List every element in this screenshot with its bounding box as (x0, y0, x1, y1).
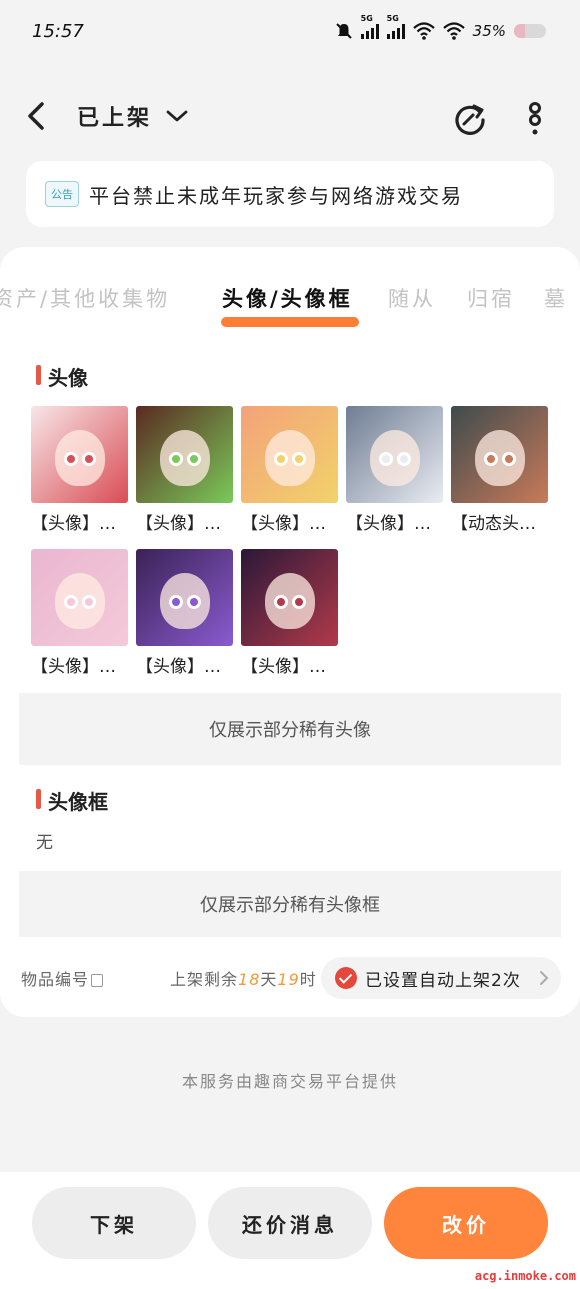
avatar-thumbnail[interactable] (451, 406, 548, 503)
tab-assets[interactable]: 资产/其他收集物 (0, 283, 170, 313)
refresh-icon[interactable] (450, 98, 490, 138)
remaining-prefix: 上架剩余 (170, 970, 239, 989)
remaining-days: 18 (238, 970, 261, 989)
battery-icon (514, 24, 546, 38)
back-arrow-icon[interactable] (22, 98, 52, 134)
service-provider-note: 本服务由趣商交易平台提供 (181, 1072, 398, 1091)
avatar-caption: 【头像】… (31, 657, 116, 677)
avatar-item[interactable]: 【头像】… (31, 549, 128, 677)
wifi-icon-2 (442, 22, 465, 40)
avatar-item[interactable]: 【头像】… (241, 406, 338, 534)
avatar-caption: 【动态头… (451, 514, 536, 534)
watermark: acg.inmoke.com (474, 1269, 576, 1283)
hours-unit: 时 (299, 970, 317, 989)
rare-frame-note: 仅展示部分稀有头像框 (19, 871, 561, 937)
avatar-thumbnail[interactable] (241, 549, 338, 646)
status-time: 15:57 (32, 20, 84, 42)
auto-relist-button[interactable]: 已设置自动上架2次 (321, 957, 561, 999)
avatar-thumbnail[interactable] (31, 406, 128, 503)
listing-meta-row: 物品编号 上架剩余18天19时 已设置自动上架2次 (0, 957, 580, 999)
avatar-item[interactable]: 【动态头… (451, 406, 548, 534)
rare-avatar-note: 仅展示部分稀有头像 (19, 693, 561, 765)
counter-offer-button[interactable]: 还价消息 (208, 1187, 372, 1259)
tab-followers[interactable]: 随从 (388, 283, 436, 313)
avatar-caption: 【头像】… (241, 514, 326, 534)
frame-section-title: 头像框 (36, 786, 108, 815)
network-type-label-2: 5G (386, 14, 399, 23)
active-tab-indicator (221, 317, 359, 327)
signal-icon: 5G (360, 14, 379, 39)
copy-icon[interactable] (91, 974, 104, 987)
notice-banner[interactable]: 公告 平台禁止未成年玩家参与网络游戏交易 (26, 161, 554, 227)
chevron-down-icon[interactable] (164, 104, 190, 128)
avatar-item[interactable]: 【头像】… (31, 406, 128, 534)
avatar-item[interactable]: 【头像】… (241, 549, 338, 677)
notice-tag: 公告 (45, 181, 79, 207)
delist-button[interactable]: 下架 (32, 1187, 196, 1259)
auto-relist-text: 已设置自动上架2次 (365, 970, 521, 991)
category-tabs: 资产/其他收集物 头像/头像框 随从 归宿 墓 (0, 275, 580, 337)
avatar-caption: 【头像】… (136, 514, 221, 534)
tab-home[interactable]: 归宿 (467, 283, 515, 313)
item-number-label: 物品编号 (21, 970, 90, 989)
status-icons: 5G 5G 35% (335, 14, 546, 40)
signal-icon-2: 5G (386, 14, 405, 39)
avatar-thumbnail[interactable] (136, 406, 233, 503)
tab-avatars[interactable]: 头像/头像框 (222, 283, 353, 313)
mute-bell-icon (335, 23, 352, 39)
avatar-item[interactable]: 【头像】… (136, 406, 233, 534)
change-price-button[interactable]: 改价 (384, 1187, 548, 1259)
wifi-icon (412, 22, 435, 40)
remaining-time: 上架剩余18天19时 (170, 966, 317, 990)
frame-empty-text: 无 (36, 833, 53, 853)
item-number[interactable]: 物品编号 (21, 966, 104, 990)
tab-more[interactable]: 墓 (544, 283, 568, 313)
avatar-item[interactable]: 【头像】… (136, 549, 233, 677)
notice-text: 平台禁止未成年玩家参与网络游戏交易 (89, 183, 463, 208)
avatar-caption: 【头像】… (136, 657, 221, 677)
avatar-item[interactable]: 【头像】… (346, 406, 443, 534)
check-circle-icon (335, 967, 357, 989)
more-vertical-icon[interactable] (520, 102, 550, 138)
avatar-thumbnail[interactable] (346, 406, 443, 503)
avatar-thumbnail[interactable] (241, 406, 338, 503)
avatar-thumbnail[interactable] (136, 549, 233, 646)
status-bar: 15:57 5G 5G 35% (0, 0, 580, 62)
bottom-action-bar: 下架 还价消息 改价 acg.inmoke.com (0, 1172, 580, 1289)
network-type-label: 5G (360, 14, 373, 23)
avatar-section-title: 头像 (36, 362, 88, 391)
avatar-caption: 【头像】… (31, 514, 116, 534)
remaining-hours: 19 (277, 970, 300, 989)
nav-bar: 已上架 (0, 84, 580, 148)
status-filter-title[interactable]: 已上架 (77, 100, 152, 132)
avatar-caption: 【头像】… (346, 514, 431, 534)
item-detail-card: 资产/其他收集物 头像/头像框 随从 归宿 墓 头像 【头像】… 【头像】… 【头像… (0, 247, 580, 1017)
chevron-right-icon (540, 971, 549, 985)
battery-percent: 35% (472, 22, 506, 40)
avatar-thumbnail[interactable] (31, 549, 128, 646)
days-unit: 天 (260, 970, 278, 989)
avatar-caption: 【头像】… (241, 657, 326, 677)
